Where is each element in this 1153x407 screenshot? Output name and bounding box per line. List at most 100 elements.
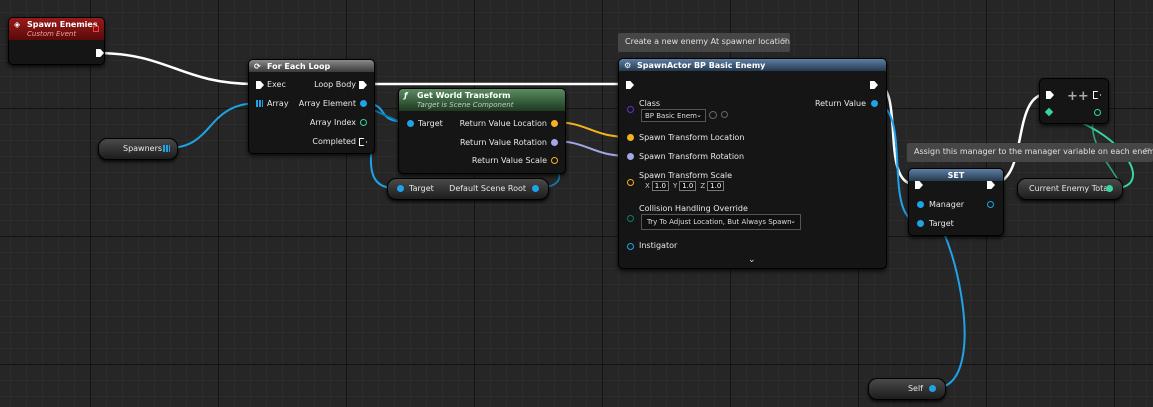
rotation-pin[interactable] xyxy=(551,139,558,146)
set-exec-out-pin[interactable] xyxy=(987,181,995,189)
current-enemy-total-label: Current Enemy Total xyxy=(1029,184,1111,193)
get-world-transform-header[interactable]: ƒ Get World Transform Target is Scene Co… xyxy=(399,89,565,111)
completed-pin[interactable] xyxy=(359,138,367,146)
increment-out-pin[interactable] xyxy=(1094,109,1101,116)
exec-out-pin[interactable] xyxy=(96,49,104,57)
scale-y-label: Y xyxy=(672,182,678,190)
rotation-label: Return Value Rotation xyxy=(459,138,547,147)
spawn-location-pin[interactable] xyxy=(627,134,634,141)
set-header[interactable]: SET xyxy=(909,169,1003,181)
for-each-loop-node[interactable]: ⟳ For Each Loop Exec Array Loop Body Arr… xyxy=(248,59,375,154)
search-icon[interactable] xyxy=(721,111,728,118)
collision-pin[interactable] xyxy=(627,215,634,222)
scene-root-out-pin[interactable] xyxy=(532,185,539,192)
collision-label: Collision Handling Override xyxy=(639,204,748,213)
spawners-label: Spawners xyxy=(123,144,163,153)
set-exec-in-pin[interactable] xyxy=(915,181,923,189)
scene-root-label: Default Scene Root xyxy=(449,184,526,193)
for-each-loop-header[interactable]: ⟳ For Each Loop xyxy=(249,60,374,72)
self-out-pin[interactable] xyxy=(929,385,936,392)
collapse-icon[interactable]: ▭ xyxy=(1144,146,1150,153)
get-world-transform-node[interactable]: ƒ Get World Transform Target is Scene Co… xyxy=(398,88,566,174)
target-pin[interactable] xyxy=(407,120,414,127)
spawn-enemies-header[interactable]: ◈ Spawn Enemies Custom Event xyxy=(9,18,104,40)
increment-exec-out-pin[interactable] xyxy=(1093,91,1101,99)
set-comment-text: Assign this manager to the manager varia… xyxy=(914,147,1153,156)
array-grid-icon[interactable] xyxy=(163,145,170,152)
get-world-transform-subtitle: Target is Scene Component xyxy=(417,101,514,109)
collapse-icon[interactable]: ▭ xyxy=(781,36,787,43)
scale-z-input[interactable]: 1.0 xyxy=(707,181,725,191)
spawn-exec-out-pin[interactable] xyxy=(870,81,878,89)
manager-pin[interactable] xyxy=(917,201,924,208)
chevron-down-icon: ⌄ xyxy=(790,217,796,225)
spawn-rotation-label: Spawn Transform Rotation xyxy=(639,152,745,161)
scale-pin[interactable] xyxy=(551,157,558,164)
increment-exec-in-pin[interactable] xyxy=(1046,91,1054,99)
spawn-actor-comment-text: Create a new enemy At spawner location xyxy=(625,37,790,46)
self-node[interactable]: Self xyxy=(868,378,946,400)
scene-root-target-label: Target xyxy=(409,184,434,193)
wire-exec-event-to-loop xyxy=(95,51,257,86)
spawn-rotation-pin[interactable] xyxy=(627,153,634,160)
event-icon: ◈ xyxy=(14,20,21,29)
return-value-pin[interactable] xyxy=(871,100,878,107)
spawn-actor-header[interactable]: ⚙ SpawnActor BP Basic Enemy xyxy=(619,59,886,71)
location-pin[interactable] xyxy=(551,120,558,127)
spawn-exec-in-pin[interactable] xyxy=(626,81,634,89)
spawn-actor-comment[interactable]: Create a new enemy At spawner location ▭ xyxy=(618,33,790,52)
spawn-location-label: Spawn Transform Location xyxy=(639,133,745,142)
browse-icon[interactable] xyxy=(709,111,717,119)
set-target-pin[interactable] xyxy=(917,220,924,227)
spawn-scale-label: Spawn Transform Scale xyxy=(639,171,733,180)
current-enemy-total-node[interactable]: Current Enemy Total xyxy=(1017,178,1123,200)
loop-body-pin[interactable] xyxy=(359,81,367,89)
class-label: Class xyxy=(639,99,661,108)
array-element-pin[interactable] xyxy=(360,100,367,107)
scale-y-input[interactable]: 1.0 xyxy=(679,181,697,191)
array-index-pin[interactable] xyxy=(360,119,367,126)
instigator-label: Instigator xyxy=(639,241,678,250)
increment-in-pin[interactable] xyxy=(1044,107,1054,117)
instigator-pin[interactable] xyxy=(627,243,634,250)
collision-dropdown[interactable]: Try To Adjust Location, But Always Spawn… xyxy=(641,214,801,230)
class-dropdown-value: BP Basic Enem xyxy=(645,112,697,120)
collision-dropdown-value: Try To Adjust Location, But Always Spawn xyxy=(647,218,792,226)
manager-out-pin[interactable] xyxy=(987,201,994,208)
self-label: Self xyxy=(907,384,923,393)
exec-in-pin[interactable] xyxy=(256,81,264,89)
class-dropdown[interactable]: BP Basic Enem ⌄ xyxy=(641,109,706,122)
spawn-actor-title: SpawnActor BP Basic Enemy xyxy=(637,61,766,70)
array-element-label: Array Element xyxy=(298,99,356,108)
spawners-variable-node[interactable]: Spawners xyxy=(98,138,178,160)
set-title: SET xyxy=(947,171,965,180)
target-label: Target xyxy=(418,119,443,128)
scale-vector-inputs[interactable]: X 1.0 Y 1.0 Z 1.0 xyxy=(645,181,728,191)
class-pin[interactable] xyxy=(627,106,634,113)
spawn-icon: ⚙ xyxy=(624,61,632,70)
scale-x-label: X xyxy=(645,182,650,190)
set-node[interactable]: SET Manager Target xyxy=(908,168,1004,236)
current-enemy-total-pin[interactable] xyxy=(1106,185,1113,192)
delegate-pin[interactable] xyxy=(93,26,99,32)
spawn-enemies-node[interactable]: ◈ Spawn Enemies Custom Event xyxy=(8,17,105,65)
increment-node[interactable]: ++ xyxy=(1039,78,1109,124)
spawn-scale-pin[interactable] xyxy=(627,179,634,186)
array-grid-icon[interactable] xyxy=(256,100,263,107)
scene-root-target-pin[interactable] xyxy=(397,185,404,192)
increment-symbol: ++ xyxy=(1067,89,1089,104)
exec-label: Exec xyxy=(267,80,286,89)
default-scene-root-node[interactable]: Target Default Scene Root xyxy=(387,178,549,200)
set-comment[interactable]: Assign this manager to the manager varia… xyxy=(907,143,1153,162)
expand-chevron-icon[interactable]: ⌄ xyxy=(748,255,756,265)
manager-label: Manager xyxy=(929,200,965,209)
completed-label: Completed xyxy=(312,137,356,146)
spawn-actor-node[interactable]: ⚙ SpawnActor BP Basic Enemy Class BP Bas… xyxy=(618,58,887,269)
return-value-label: Return Value xyxy=(814,99,866,108)
get-world-transform-title: Get World Transform xyxy=(417,91,511,100)
array-label: Array xyxy=(267,99,289,108)
scale-x-input[interactable]: 1.0 xyxy=(651,181,669,191)
scale-z-label: Z xyxy=(700,182,706,190)
scale-label: Return Value Scale xyxy=(471,156,547,165)
function-icon: ƒ xyxy=(404,91,408,100)
